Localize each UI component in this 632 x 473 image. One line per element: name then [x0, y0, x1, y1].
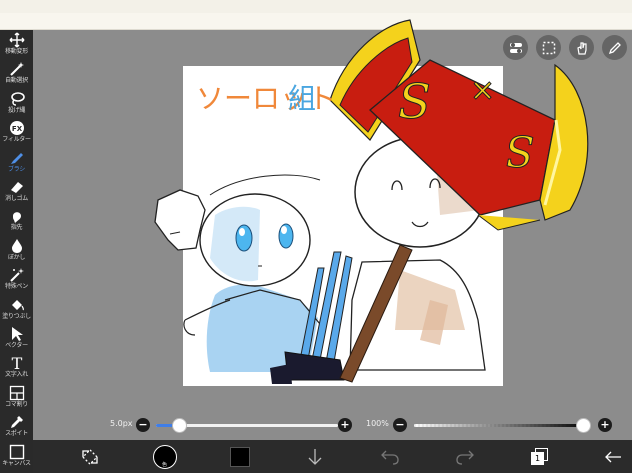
tool-fx-filter[interactable]: FX フィルター — [0, 118, 33, 147]
tool-bucket-fill[interactable]: 塗りつぶし — [0, 295, 33, 324]
finger-smudge-icon — [8, 208, 26, 224]
tool-canvas[interactable]: キャンバス — [0, 442, 33, 471]
panel-frame-icon — [8, 385, 26, 401]
quick-pen-button[interactable] — [602, 35, 627, 60]
move-transform-icon — [8, 32, 26, 48]
brush-icon — [8, 150, 26, 166]
brush-color-swatch — [230, 446, 250, 467]
download-button[interactable] — [293, 440, 337, 473]
rotate-arrows-icon — [82, 448, 98, 465]
blur-drop-icon — [8, 238, 26, 254]
hand-icon — [576, 41, 587, 55]
eyedropper-icon — [8, 414, 26, 430]
opacity-minus-button[interactable]: − — [393, 418, 407, 432]
tool-label: 自動選択 — [5, 77, 28, 85]
opacity-plus-button[interactable]: + — [598, 418, 612, 432]
color-label: 色 — [162, 461, 168, 468]
canvas-title-part2: 組 — [288, 82, 316, 115]
vector-cursor-icon — [8, 326, 26, 342]
pencil-icon — [608, 41, 621, 54]
fx-filter-icon: FX — [8, 120, 26, 136]
tool-label: コマ割り — [5, 400, 28, 408]
arrow-left-icon — [605, 451, 621, 462]
axe-cross: × — [470, 73, 495, 108]
tool-label: 指先 — [10, 224, 23, 232]
tool-magic-wand[interactable]: 自動選択 — [0, 59, 33, 88]
opacity-track[interactable] — [414, 424, 590, 427]
redo-button[interactable] — [443, 440, 487, 473]
tool-brush[interactable]: ブラシ — [0, 148, 33, 177]
tool-label: 文字入れ — [5, 371, 28, 379]
tool-label: 消しゴム — [5, 195, 28, 202]
lasso-icon — [8, 91, 26, 107]
left-hand — [154, 189, 206, 251]
bottom-bar: 色 1 — [33, 440, 632, 473]
axe-letter-2: S — [505, 126, 534, 175]
layer-count: 1 — [531, 451, 544, 465]
tool-vector-cursor[interactable]: ベクター — [0, 324, 33, 353]
quick-select-button[interactable] — [536, 35, 561, 60]
opacity-value: 100% — [366, 419, 389, 428]
tool-label: キャンバス — [2, 459, 31, 467]
redo-icon — [456, 450, 474, 465]
tool-label: フィルター — [2, 136, 31, 144]
svg-text:T: T — [11, 355, 22, 371]
undo-icon — [381, 450, 399, 465]
left-eye — [235, 224, 253, 252]
undo-button[interactable] — [368, 440, 412, 473]
toggle-switch-icon — [509, 42, 522, 53]
tool-text[interactable]: T 文字入れ — [0, 353, 33, 382]
tool-label: ベクター — [5, 342, 28, 349]
back-button[interactable] — [591, 440, 632, 473]
tool-label: 特殊ペン — [5, 283, 28, 291]
brush-size-minus-button[interactable]: − — [136, 418, 150, 432]
special-pen-icon — [8, 267, 26, 283]
axe-letter-1: S — [398, 74, 431, 130]
tool-label: ぼかし — [7, 253, 26, 261]
tool-label: 塗りつぶし — [2, 312, 31, 320]
quick-hand-button[interactable] — [569, 35, 594, 60]
svg-text:FX: FX — [11, 125, 22, 133]
artwork: S S × ソーロット 組 — [154, 19, 589, 384]
transform-swap-button[interactable] — [68, 440, 112, 473]
canvas-icon — [8, 444, 26, 460]
layers-button[interactable]: 1 — [518, 440, 562, 473]
brush-size-plus-button[interactable]: + — [338, 418, 352, 432]
tool-finger-smudge[interactable]: 指先 — [0, 206, 33, 235]
magic-wand-icon — [8, 61, 26, 77]
quick-action-toggle-button[interactable] — [503, 35, 528, 60]
tool-label: 移動変形 — [5, 48, 28, 55]
eraser-icon — [8, 179, 26, 195]
brush-size-value: 5.0px — [110, 419, 133, 428]
tool-move-transform[interactable]: 移動変形 — [0, 30, 33, 59]
tool-blur-drop[interactable]: ぼかし — [0, 236, 33, 265]
text-icon: T — [8, 355, 26, 371]
opacity-thumb[interactable] — [576, 418, 591, 433]
color-picker-button[interactable]: 色 — [143, 440, 187, 473]
app-window: S S × ソーロット 組 移動変形自動選択投げ縄 FX フィルターブラシ消しゴム指… — [0, 0, 632, 473]
tool-label: 投げ縄 — [7, 106, 26, 114]
tool-panel-frame[interactable]: コマ割り — [0, 383, 33, 412]
brush-sliders: 5.0px − + 100% − + — [106, 415, 616, 435]
tool-lasso[interactable]: 投げ縄 — [0, 89, 33, 118]
left-toolbar: 移動変形自動選択投げ縄 FX フィルターブラシ消しゴム指先ぼかし特殊ペン塗りつぶしベ… — [0, 30, 33, 473]
dashed-selection-icon — [542, 41, 555, 54]
bucket-fill-icon — [8, 297, 26, 313]
arrow-down-icon — [308, 448, 322, 465]
layers-icon: 1 — [531, 447, 549, 466]
tool-label: ブラシ — [8, 165, 25, 173]
color-swatch-circle: 色 — [153, 444, 177, 469]
brush-color-button[interactable] — [218, 440, 262, 473]
tool-label: スポイト — [5, 430, 28, 438]
tool-eyedropper[interactable]: スポイト — [0, 412, 33, 441]
tool-special-pen[interactable]: 特殊ペン — [0, 265, 33, 294]
tool-eraser[interactable]: 消しゴム — [0, 177, 33, 206]
brush-size-thumb[interactable] — [171, 418, 187, 433]
